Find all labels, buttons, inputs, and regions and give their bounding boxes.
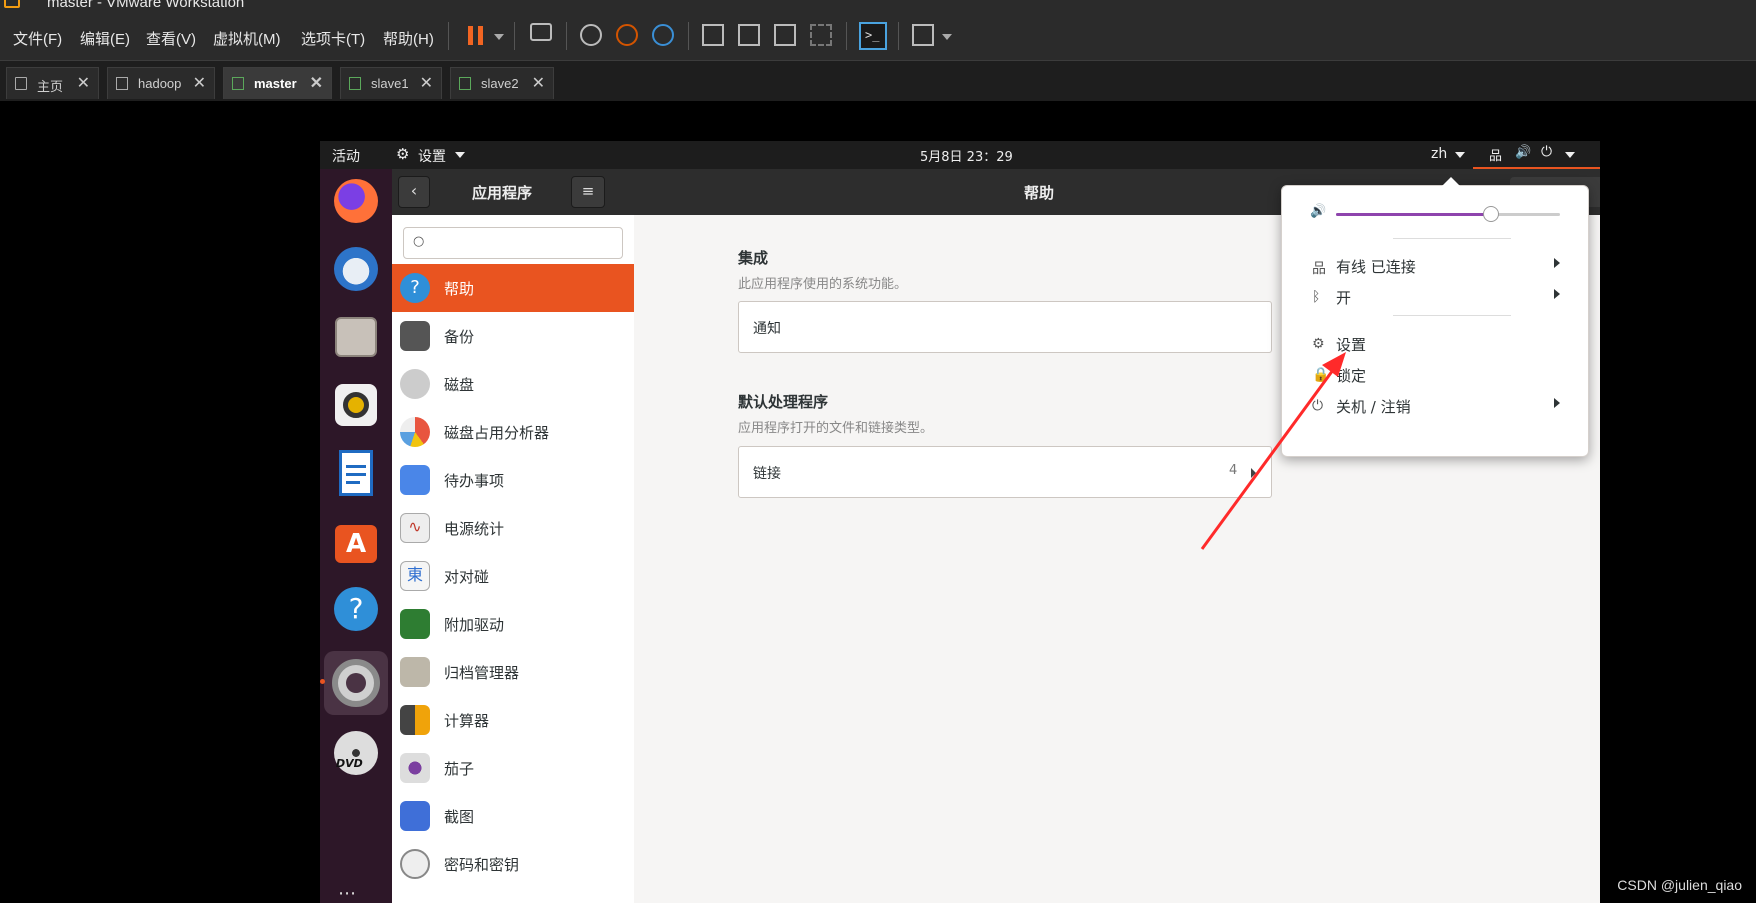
csdn-watermark: CSDN @julien_qiao xyxy=(1617,877,1742,893)
annotation-arrow xyxy=(1200,352,1346,550)
